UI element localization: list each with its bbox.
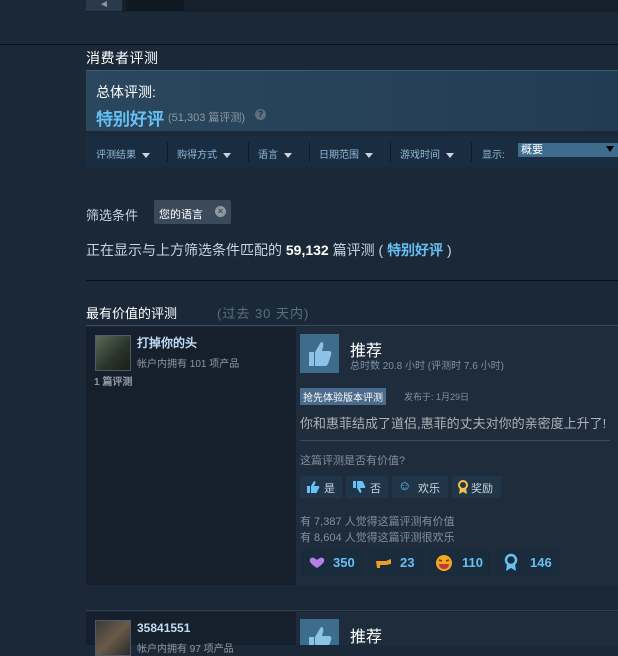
chevron-down-icon — [606, 146, 614, 152]
award-count: 350 — [333, 555, 355, 570]
thumbs-up-icon — [307, 481, 320, 493]
award-label: 奖励 — [471, 483, 493, 495]
most-helpful-title: 最有价值的评测 — [86, 306, 178, 321]
heart-award-icon — [309, 557, 325, 568]
award-badge[interactable]: 23 — [369, 549, 424, 576]
award-count: 110 — [462, 555, 483, 570]
divider — [248, 142, 249, 162]
top-tab[interactable] — [126, 0, 184, 11]
found-funny: 有 8,604 人觉得这篇评测很欢乐 — [300, 532, 455, 544]
overall-reviews-label: 总体评测: — [96, 84, 156, 100]
award-count: 146 — [530, 555, 552, 570]
thumbs-down-icon — [353, 481, 366, 493]
avatar[interactable] — [95, 335, 131, 371]
divider — [86, 325, 618, 326]
review-hours: 总时数 20.8 小时 (评测时 7.6 小时) — [350, 361, 504, 372]
chevron-down-icon — [223, 152, 231, 158]
thumbs-up-icon[interactable] — [300, 619, 339, 645]
divider — [300, 440, 610, 441]
divider — [167, 142, 168, 162]
vote-no-button[interactable]: 否 — [346, 476, 388, 498]
review-count[interactable]: 1 篇评测 — [94, 373, 132, 388]
chevron-down-icon — [446, 152, 454, 158]
vote-no-label: 否 — [370, 483, 381, 495]
filter-language[interactable]: 语言 — [258, 146, 292, 161]
found-helpful: 有 7,387 人觉得这篇评测有价值 — [300, 516, 455, 528]
early-access-badge: 抢先体验版本评测 — [300, 388, 386, 405]
award-count: 23 — [400, 555, 415, 570]
products-owned[interactable]: 帐户内拥有 101 项产品 — [137, 355, 239, 370]
filter-date-range[interactable]: 日期范围 — [319, 146, 373, 161]
filter-label: 语言 — [258, 150, 278, 161]
divider — [0, 44, 618, 45]
showing-suffix: ) — [446, 242, 452, 258]
filter-label: 游戏时间 — [400, 150, 440, 161]
pointing-award-icon — [376, 559, 391, 568]
prev-arrow-button[interactable]: ◄ — [86, 0, 122, 11]
chevron-down-icon — [365, 152, 373, 158]
overall-reviews-count: (51,303 篇评测) — [168, 112, 246, 124]
divider — [471, 142, 472, 162]
filter-label: 购得方式 — [177, 150, 217, 161]
award-icon — [458, 480, 468, 494]
filter-label: 评测结果 — [96, 150, 136, 161]
close-icon[interactable]: × — [215, 206, 226, 217]
vote-yes-label: 是 — [324, 483, 335, 495]
most-helpful-range: (过去 30 天内) — [217, 306, 310, 321]
chevron-down-icon — [284, 152, 292, 158]
vote-yes-button[interactable]: 是 — [300, 476, 342, 498]
filter-playtime[interactable]: 游戏时间 — [400, 146, 454, 161]
divider — [309, 142, 310, 162]
showing-summary: 正在显示与上方筛选条件匹配的 59,132 篇评测 ( 特别好评 ) — [86, 240, 452, 260]
award-badge[interactable]: 110 — [428, 549, 490, 576]
display-select[interactable]: 概要 — [518, 143, 618, 157]
laughing-face-award-icon — [436, 555, 452, 571]
overall-reviews-rating[interactable]: 特别好评 — [96, 105, 164, 130]
showing-prefix: 正在显示与上方筛选条件匹配的 — [86, 242, 282, 258]
display-select-value: 概要 — [521, 144, 543, 156]
divider — [86, 280, 618, 281]
award-button[interactable]: 奖励 — [452, 476, 501, 498]
review-summary-panel — [86, 70, 618, 131]
divider — [86, 610, 618, 611]
helpful-question: 这篇评测是否有价值? — [300, 455, 406, 467]
products-owned[interactable]: 帐户内拥有 97 项产品 — [137, 640, 234, 655]
filter-label: 日期范围 — [319, 150, 359, 161]
showing-count: 59,132 — [285, 242, 329, 258]
smile-icon: ☺ — [398, 478, 412, 493]
section-title: 消费者评测 — [86, 50, 159, 66]
showing-mid: 篇评测 ( — [332, 242, 384, 258]
award-badge[interactable]: 350 — [302, 549, 365, 576]
review-content-panel — [296, 612, 618, 645]
showing-rating: 特别好评 — [387, 242, 444, 258]
posted-date: 发布于: 1月29日 — [404, 392, 470, 402]
display-label: 显示: — [482, 150, 505, 161]
review-author[interactable]: 35841551 — [137, 621, 190, 635]
thumbs-up-icon[interactable] — [300, 334, 339, 373]
divider — [390, 142, 391, 162]
medal-award-icon — [504, 553, 518, 571]
help-icon[interactable]: ? — [255, 109, 266, 120]
recommendation-title[interactable]: 推荐 — [350, 623, 382, 647]
chevron-down-icon — [142, 152, 150, 158]
vote-funny-label: 欢乐 — [418, 483, 440, 495]
filter-chip-label: 您的语言 — [159, 209, 203, 221]
review-text: 你和惠菲结成了道侣,惠菲的丈夫对你的亲密度上升了! — [300, 416, 607, 431]
vote-funny-button[interactable]: ☺ 欢乐 — [392, 476, 448, 498]
avatar[interactable] — [95, 620, 131, 656]
award-badge[interactable]: 146 — [496, 549, 559, 576]
filter-purchase-type[interactable]: 购得方式 — [177, 146, 231, 161]
active-filters-label: 筛选条件 — [86, 208, 139, 223]
thumbs-up-icon — [309, 342, 332, 366]
thumbs-up-icon — [309, 627, 332, 645]
review-author[interactable]: 打掉你的头 — [137, 334, 197, 351]
filter-review-type[interactable]: 评测结果 — [96, 146, 150, 161]
